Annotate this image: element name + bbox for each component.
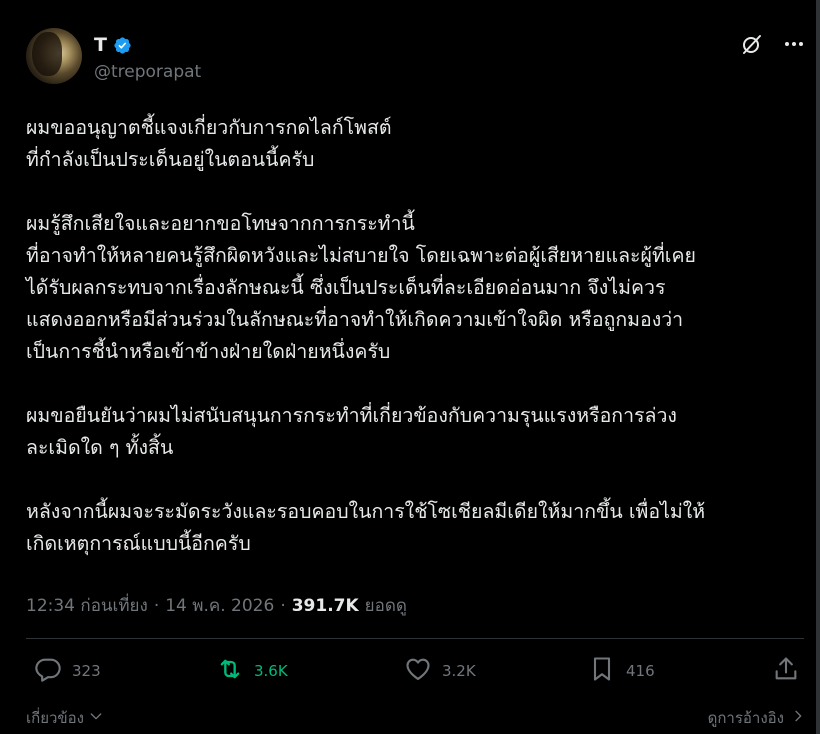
views-label: ยอดดู — [364, 596, 407, 616]
post-text: ผมขออนุญาตชี้แจงเกี่ยวกับการกดไลก์โพสต์ … — [26, 112, 796, 592]
avatar-image — [32, 32, 62, 76]
view-quotes-link[interactable]: ดูการอ้างอิง — [708, 706, 806, 730]
like-icon — [404, 655, 432, 687]
post-paragraph: หลังจากนี้ผมจะระมัดระวังและรอบคอบในการใช… — [26, 500, 706, 555]
more-icon[interactable] — [782, 32, 806, 56]
post-footer: เกี่ยวข้อง ดูการอ้างอิง — [26, 706, 806, 730]
grok-icon[interactable] — [740, 32, 764, 56]
action-bar: 323 3.6K 3.2K 416 — [34, 655, 804, 695]
repost-count: 3.6K — [254, 662, 288, 680]
like-button[interactable]: 3.2K — [404, 655, 476, 687]
share-button[interactable] — [772, 655, 800, 687]
post-meta: 12:34 ก่อนเที่ยง · 14 พ.ค. 2026 · 391.7K… — [26, 592, 407, 619]
bookmark-icon — [588, 655, 616, 687]
bookmark-button[interactable]: 416 — [588, 655, 655, 687]
post-paragraph: ผมขอยืนยันว่าผมไม่สนับสนุนการกระทำที่เกี… — [26, 404, 677, 459]
post-paragraph: ผมขออนุญาตชี้แจงเกี่ยวกับการกดไลก์โพสต์ … — [26, 116, 392, 171]
meta-separator: · — [153, 595, 160, 616]
post-header: T @treporapat — [26, 28, 806, 88]
reply-icon — [34, 655, 62, 687]
repost-icon — [216, 655, 244, 687]
verified-badge-icon[interactable] — [113, 36, 132, 55]
repost-button[interactable]: 3.6K — [216, 655, 288, 687]
author-name-row: T — [94, 34, 132, 56]
avatar[interactable] — [26, 28, 82, 84]
quotes-label: ดูการอ้างอิง — [707, 709, 784, 727]
related-link[interactable]: เกี่ยวข้อง — [26, 706, 104, 730]
meta-separator: · — [280, 595, 286, 616]
reply-button[interactable]: 323 — [34, 655, 101, 687]
post-paragraph: ผมรู้สึกเสียใจและอยากขอโทษจากการกระทำนี้… — [26, 212, 696, 363]
related-label: เกี่ยวข้อง — [26, 709, 85, 727]
bookmark-count: 416 — [626, 662, 655, 680]
share-icon — [772, 655, 800, 687]
author-handle[interactable]: @treporapat — [94, 62, 201, 82]
chevron-down-icon — [88, 708, 104, 728]
like-count: 3.2K — [442, 662, 476, 680]
post-date[interactable]: 14 พ.ค. 2026 — [165, 592, 274, 619]
reply-count: 323 — [72, 662, 101, 680]
author-display-name[interactable]: T — [94, 34, 107, 56]
post-time[interactable]: 12:34 ก่อนเที่ยง — [26, 592, 148, 619]
post-detail-panel: T @treporapat ผมขออนุญาตชี้แจงเกี่ยวกับก… — [0, 0, 820, 734]
chevron-right-icon — [790, 708, 806, 728]
views-count[interactable]: 391.7K — [292, 596, 359, 616]
divider — [26, 638, 804, 639]
header-actions — [740, 32, 806, 56]
